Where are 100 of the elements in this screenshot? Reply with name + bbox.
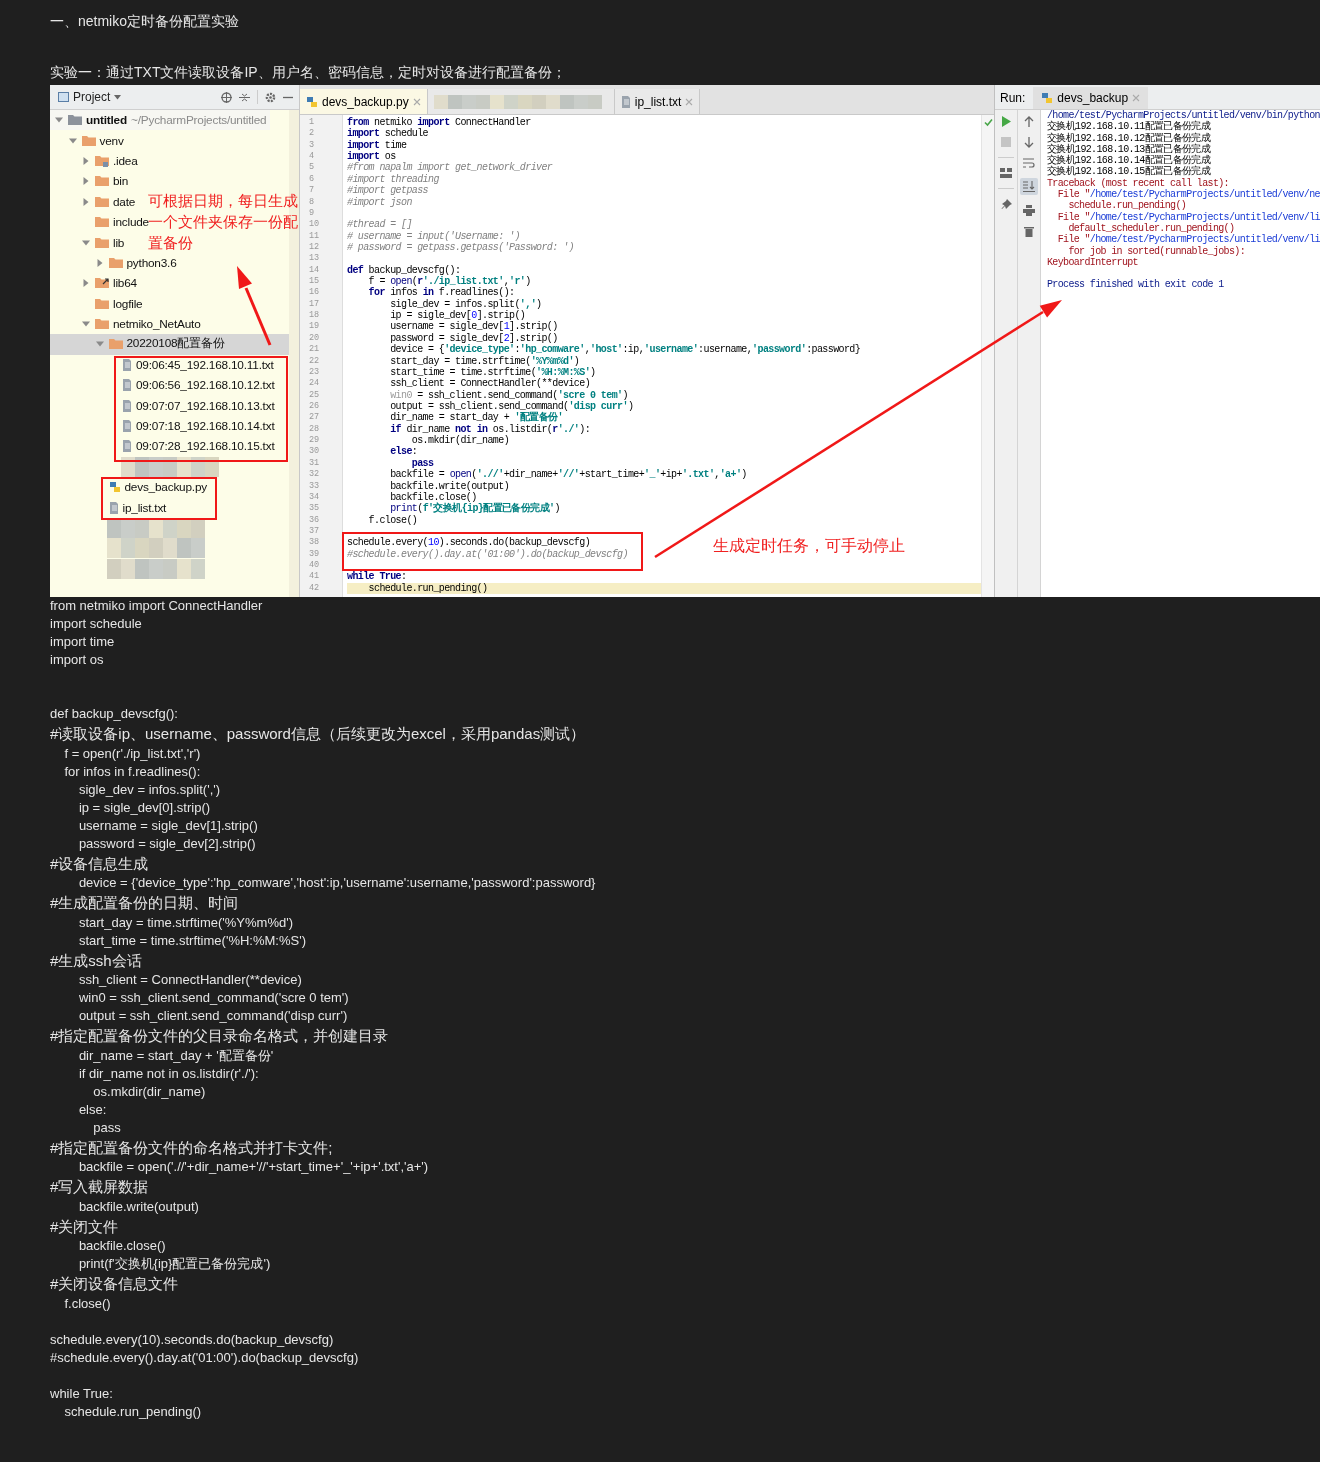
tree-item[interactable]: 09:07:07_192.168.10.13.txt [50, 395, 279, 416]
code-comment: #生成配置备份的日期、时间 [50, 893, 239, 913]
scroll-to-end-toggle[interactable] [1020, 178, 1038, 195]
editor-tab[interactable]: ip_list.txt [614, 89, 701, 114]
tree-item[interactable]: logfile [50, 293, 147, 314]
code-line: f = open(r'./ip_list.txt','r') [63, 744, 201, 763]
trash-icon[interactable] [1024, 226, 1034, 237]
play-icon[interactable] [1001, 116, 1011, 127]
code-line: #import json [347, 196, 412, 208]
arrow-down-icon[interactable] [1024, 137, 1034, 148]
code-line: from netmiko import ConnectHandler [50, 597, 263, 615]
code-line: schedule.run_pending() [63, 1402, 202, 1421]
code-line: backfile.close() [77, 1237, 166, 1255]
line-number: 31 [308, 457, 321, 470]
line-number: 25 [308, 389, 321, 401]
code-comment: #写入截屏数据 [50, 1177, 149, 1197]
code-line: backfile.write(output) [389, 480, 510, 492]
line-number: 18 [308, 310, 321, 322]
crosshair-icon[interactable] [221, 91, 232, 103]
code-line: ip = sigle_dev[0].strip() [77, 798, 211, 817]
line-number: 4 [308, 151, 316, 163]
caret-right-icon[interactable] [82, 197, 90, 206]
tree-item[interactable]: 09:06:45_192.168.10.11.txt [50, 354, 278, 376]
wrap-icon[interactable] [1023, 158, 1035, 168]
line-number: 5 [308, 162, 316, 174]
code-line: def backup_devscfg(): [347, 264, 461, 276]
caret-right-icon[interactable] [95, 258, 104, 267]
caret-right-icon[interactable] [82, 279, 90, 288]
collapse-icon[interactable] [239, 91, 250, 103]
tree-item[interactable]: .idea [50, 150, 142, 172]
code-line: device = {'device_type':'hp_comware','host':ip,'username':username,'password':password} [389, 344, 861, 356]
code-line: # username = input('Username: ') [347, 230, 520, 242]
close-icon [412, 97, 421, 106]
caret-right-icon[interactable] [82, 177, 90, 186]
caret-down-icon[interactable] [82, 238, 90, 247]
code-line: import os [50, 651, 104, 669]
python-file-icon [1041, 92, 1054, 104]
code-line: #thread = [] [347, 219, 412, 231]
tree-item[interactable]: netmiko_NetAuto [50, 313, 205, 335]
code-line: username = sigle_dev[1].strip() [389, 321, 558, 333]
code-line: start_day = time.strftime('%Y%m%d') [389, 355, 580, 367]
line-number: 28 [308, 423, 321, 436]
tree-item[interactable]: 09:07:28_192.168.10.15.txt [50, 436, 279, 457]
tree-item[interactable]: bin [50, 171, 133, 192]
tree-item[interactable]: devs_backup.py [50, 477, 211, 498]
print-icon[interactable] [1023, 205, 1035, 216]
line-number: 41 [308, 571, 321, 583]
check-icon [983, 118, 993, 127]
caret-right-icon[interactable] [82, 156, 90, 165]
arrow-up-icon[interactable] [1024, 116, 1034, 127]
code-line: pass [92, 1118, 121, 1137]
line-number: 9 [308, 207, 316, 220]
caret-down-icon[interactable] [82, 320, 90, 329]
tree-item[interactable]: 09:06:56_192.168.10.12.txt [50, 375, 279, 396]
folder-icon [108, 338, 123, 351]
tree-item[interactable]: python3.6 [50, 252, 181, 274]
run-tab[interactable]: devs_backup [1033, 87, 1149, 109]
code-line: start_time = time.strftime('%H:%M:%S') [389, 366, 596, 379]
tree-item[interactable]: ip_list.txt [50, 497, 171, 518]
document-icon [122, 399, 132, 412]
code-line: os.mkdir(dir_name) [411, 435, 510, 447]
console-line: default_scheduler.run_pending() [1068, 222, 1235, 234]
line-number: 24 [308, 378, 321, 390]
code-line: #schedule.every().day.at('01:00').do(backup_devscfg) [50, 1348, 359, 1367]
tree-item[interactable]: lib [50, 232, 129, 253]
code-line: win0 = ssh_client.send_command('scre 0 tem') [389, 389, 628, 401]
editor-tab[interactable]: devs_backup.py [300, 89, 428, 114]
tree-item[interactable]: lib64 [50, 273, 141, 294]
tree-item[interactable]: untitled ~/PycharmProjects/untitled [50, 110, 271, 131]
folder-icon [95, 236, 109, 249]
console-line: File "/home/test/PycharmProjects/untitled/venv/ne [1056, 189, 1320, 201]
tree-item[interactable]: 20220108配置备份 [50, 334, 289, 355]
code-comment: #读取设备ip、username、password信息（后续更改为excel，采用pandas测试） [50, 724, 586, 744]
line-number: 8 [308, 196, 316, 208]
settings-icon[interactable] [265, 91, 276, 103]
code-line: #from napalm import get_network_driver [347, 162, 553, 174]
pin-icon[interactable] [1000, 199, 1012, 210]
line-number: 37 [308, 525, 321, 538]
line-number: 42 [308, 582, 321, 595]
code-comment: #指定配置备份文件的命名格式并打卡文件; [50, 1137, 333, 1158]
close-icon [685, 97, 694, 106]
tree-item[interactable]: venv [50, 130, 128, 151]
code-line: import os [347, 151, 396, 163]
document-icon [122, 420, 132, 433]
code-line: import schedule [347, 128, 428, 140]
console-line: /home/test/PycharmProjects/untitled/venv/bin/python [1047, 110, 1320, 121]
line-number: 11 [308, 230, 321, 242]
project-view-dropdown[interactable]: Project [56, 90, 124, 104]
folder-icon [68, 114, 82, 127]
caret-down-icon[interactable] [55, 116, 63, 125]
caret-down-icon[interactable] [68, 136, 77, 145]
caret-down-icon[interactable] [95, 340, 104, 349]
tree-item[interactable]: 09:07:18_192.168.10.14.txt [50, 415, 279, 437]
code-line: import time [347, 139, 407, 151]
code-line: else: [389, 446, 418, 458]
console-line: File "/home/test/PycharmProjects/untitled/venv/li [1056, 211, 1320, 223]
layout-icon[interactable] [1000, 168, 1012, 178]
tree-item[interactable]: date [50, 191, 140, 212]
document-icon [122, 379, 132, 392]
code-line: ssh_client = ConnectHandler(**device) [389, 378, 591, 390]
